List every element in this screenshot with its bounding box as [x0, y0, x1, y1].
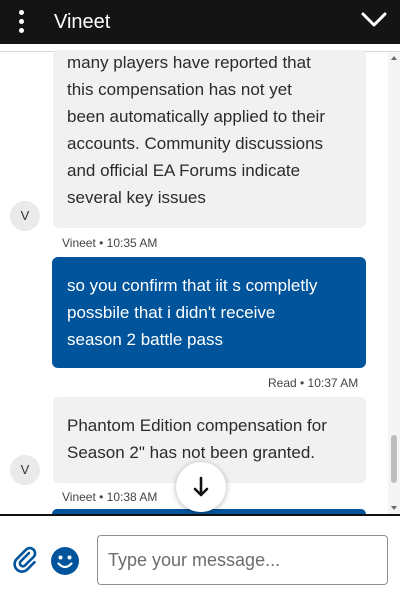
- chat-header: Vineet: [0, 0, 400, 44]
- chat-title: Vineet: [54, 11, 111, 33]
- message-line: this compensation has not yet: [67, 80, 292, 99]
- message-line: been automatically applied to their: [67, 107, 325, 126]
- smiley-icon[interactable]: [50, 546, 80, 576]
- scrollbar-thumb[interactable]: [391, 435, 397, 483]
- arrow-down-icon: [193, 476, 209, 497]
- avatar: V: [10, 455, 40, 485]
- message-line: possbile that i didn't receive: [67, 303, 276, 322]
- vertical-dots-icon[interactable]: [16, 10, 26, 34]
- message-line: several key issues: [67, 188, 206, 207]
- scroll-down-icon[interactable]: [391, 506, 397, 510]
- message-meta: Read • 10:37 AM: [268, 376, 359, 390]
- message-line: so you confirm that iit s completly: [67, 276, 318, 295]
- message-input[interactable]: [97, 535, 388, 585]
- scroll-to-bottom-button[interactable]: [176, 462, 226, 512]
- chevron-down-icon[interactable]: [360, 8, 388, 32]
- avatar: V: [10, 201, 40, 231]
- composer-bar: [0, 514, 400, 600]
- message-line: season 2 battle pass: [67, 330, 223, 349]
- scrollbar[interactable]: [388, 52, 400, 514]
- paperclip-icon[interactable]: [10, 544, 40, 574]
- scroll-up-icon[interactable]: [391, 56, 397, 60]
- message-line: Phantom Edition compensation for: [67, 416, 327, 435]
- user-message-bubble: so you confirm that iit s completly poss…: [52, 257, 366, 368]
- message-meta: Vineet • 10:35 AM: [62, 236, 158, 250]
- message-line: accounts. Community discussions: [67, 134, 324, 153]
- agent-message-bubble: many players have reported that this com…: [53, 50, 366, 228]
- message-line: and official EA Forums indicate: [67, 161, 301, 180]
- message-line: many players have reported that: [67, 53, 311, 72]
- message-meta: Vineet • 10:38 AM: [62, 490, 158, 504]
